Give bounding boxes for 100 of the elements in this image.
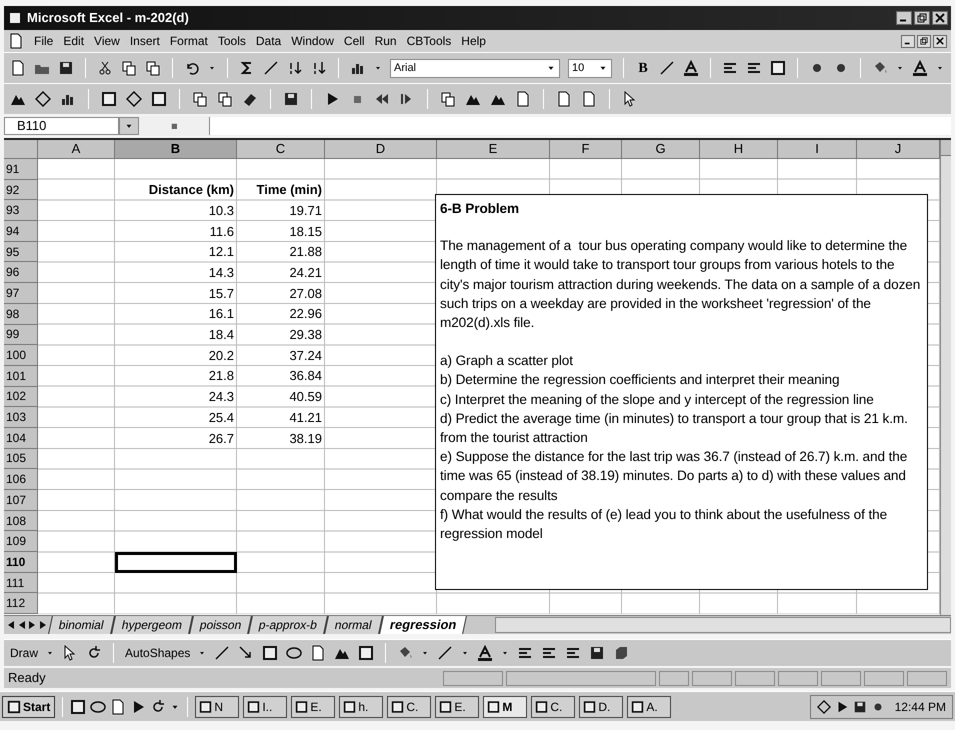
page-icon[interactable] (581, 91, 597, 107)
copy-icon[interactable] (440, 91, 456, 107)
window-icon[interactable] (439, 698, 452, 714)
menu-item[interactable]: Cell (344, 32, 365, 50)
close-button[interactable] (933, 34, 947, 48)
window-icon[interactable] (631, 698, 644, 714)
column-header[interactable]: F (550, 140, 622, 159)
row-header[interactable]: 94 (4, 221, 38, 242)
diamond-icon[interactable] (35, 91, 51, 107)
menu-item[interactable]: Insert (130, 32, 160, 50)
window-icon[interactable] (391, 698, 404, 714)
row-header[interactable]: 107 (4, 490, 38, 511)
dash-style-icon[interactable] (541, 645, 558, 661)
horizontal-scrollbar[interactable] (495, 617, 951, 633)
row-header[interactable]: 95 (4, 242, 38, 262)
row-header[interactable]: 99 (4, 324, 38, 346)
window-icon[interactable] (583, 698, 596, 714)
window-icon[interactable] (487, 698, 500, 714)
menu-item[interactable]: Run (374, 32, 397, 50)
taskbar-button[interactable]: A. (627, 696, 672, 718)
sheet-tab[interactable]: binomial (48, 616, 115, 634)
row-header[interactable]: 92 (4, 180, 38, 200)
scissors-icon[interactable] (97, 60, 113, 76)
document-icon[interactable] (8, 33, 24, 49)
row-header[interactable]: 102 (4, 386, 38, 408)
sheet-tab[interactable]: p-approx-b (248, 616, 328, 634)
copy-icon[interactable] (121, 60, 137, 76)
sheet-tab[interactable]: hypergeom (110, 616, 193, 634)
row-header[interactable]: 105 (4, 448, 38, 470)
copy-icon[interactable] (217, 91, 233, 107)
row-header[interactable]: 91 (4, 159, 38, 180)
font-size-field[interactable]: 10 (568, 58, 612, 78)
arrow-style-icon[interactable] (565, 645, 582, 661)
draw-menu[interactable]: Draw (10, 644, 38, 662)
font-field[interactable]: Arial (390, 58, 560, 78)
row-header[interactable]: 106 (4, 469, 38, 490)
new-file-icon[interactable] (10, 60, 26, 76)
window-icon[interactable] (295, 698, 308, 714)
close-button[interactable] (932, 11, 948, 25)
row-header[interactable]: 101 (4, 366, 38, 387)
column-header[interactable]: D (325, 140, 437, 159)
window-icon[interactable] (343, 698, 356, 714)
row-header[interactable]: 108 (4, 510, 38, 532)
taskbar-button[interactable]: h. (339, 696, 384, 718)
font-color-icon[interactable] (477, 645, 494, 661)
taskbar-button[interactable]: C. (387, 696, 432, 718)
selected-cell[interactable] (115, 552, 237, 573)
taskbar-button[interactable]: N (195, 696, 240, 718)
row-header[interactable]: 110 (4, 552, 38, 573)
line-icon[interactable] (214, 645, 230, 661)
menu-item[interactable]: Tools (218, 32, 246, 50)
line-color-icon[interactable] (437, 645, 454, 661)
previous-sheet-button[interactable] (17, 620, 26, 630)
row-header[interactable]: 109 (4, 531, 38, 552)
underline-icon[interactable] (683, 60, 699, 76)
row-header[interactable]: 93 (4, 200, 38, 222)
menu-item[interactable]: View (94, 32, 120, 50)
font-color-icon[interactable] (912, 60, 928, 76)
rectangle-icon[interactable] (262, 645, 278, 661)
autoshapes-menu[interactable]: AutoShapes (125, 644, 190, 662)
first-sheet-button[interactable] (6, 620, 15, 630)
window-icon[interactable] (535, 698, 548, 714)
oval-icon[interactable] (286, 645, 302, 661)
column-header[interactable]: G (622, 140, 700, 159)
bold-button[interactable]: B (635, 58, 651, 78)
page-icon[interactable] (515, 91, 531, 107)
page-icon[interactable] (556, 91, 572, 107)
rewind-icon[interactable] (374, 91, 390, 107)
taskbar-button[interactable]: M (483, 696, 528, 718)
restore-button[interactable] (914, 11, 930, 25)
row-header[interactable]: 111 (4, 572, 38, 594)
menu-item[interactable]: Format (170, 32, 208, 50)
copy-icon[interactable] (192, 91, 208, 107)
window-icon[interactable] (247, 698, 260, 714)
row-header[interactable]: 100 (4, 345, 38, 366)
vertical-scrollbar[interactable] (940, 140, 951, 615)
row-header[interactable]: 97 (4, 283, 38, 304)
column-header[interactable]: B (115, 140, 237, 159)
menu-item[interactable]: Edit (63, 32, 84, 50)
window-icon[interactable] (199, 698, 212, 714)
sheet-tab[interactable]: normal (324, 616, 383, 634)
column-header[interactable]: H (700, 140, 778, 159)
column-header[interactable]: I (778, 140, 857, 159)
minimize-button[interactable] (896, 11, 912, 25)
line-style-icon[interactable] (517, 645, 534, 661)
align-center-icon[interactable] (746, 60, 762, 76)
taskbar-button[interactable]: C. (531, 696, 576, 718)
taskbar-button[interactable]: E. (291, 696, 336, 718)
column-header[interactable]: E (437, 140, 550, 159)
save-icon[interactable] (58, 60, 74, 76)
column-header[interactable]: C (237, 140, 325, 159)
minimize-button[interactable] (901, 34, 915, 48)
menu-item[interactable]: Window (291, 32, 334, 50)
next-sheet-button[interactable] (28, 620, 37, 630)
start-button[interactable]: Start (2, 696, 56, 718)
restore-button[interactable] (917, 34, 931, 48)
align-left-icon[interactable] (722, 60, 738, 76)
row-header[interactable]: 104 (4, 428, 38, 449)
name-box[interactable]: B110 (4, 117, 119, 135)
taskbar-button[interactable]: I.. (243, 696, 288, 718)
